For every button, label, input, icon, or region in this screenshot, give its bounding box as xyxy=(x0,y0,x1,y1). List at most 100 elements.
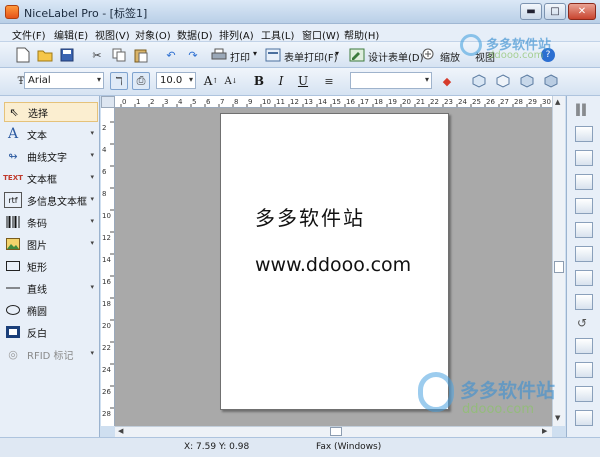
menu-edit[interactable]: 编辑(E) xyxy=(54,27,88,42)
close-button[interactable]: ✕ xyxy=(568,3,596,20)
form-print-dropdown-icon[interactable]: ▾ xyxy=(335,49,339,58)
label-text-line2[interactable]: www.ddooo.com xyxy=(255,254,411,276)
scroll-right-icon[interactable]: ▶ xyxy=(542,427,547,435)
fill-color-icon[interactable]: ◆ xyxy=(438,72,456,90)
ruler-h-label: 29 xyxy=(528,98,537,106)
font-name-combo[interactable]: Arial ▾ xyxy=(24,72,104,89)
new-icon[interactable] xyxy=(14,46,32,64)
minimize-button[interactable]: ▬ xyxy=(520,3,542,20)
align-middle-icon[interactable] xyxy=(575,222,593,238)
watermark-bottom-name: 多多软件站 xyxy=(460,380,556,402)
tool-select[interactable]: ⇖ 选择 xyxy=(4,102,98,122)
vertical-scroll-thumb[interactable] xyxy=(554,261,564,273)
form-print-icon[interactable] xyxy=(264,46,282,64)
shrink-font-icon[interactable]: A ↓ xyxy=(222,72,240,90)
redo-icon[interactable]: ↷ xyxy=(184,46,202,64)
label-page[interactable]: 多多软件站 www.ddooo.com xyxy=(220,113,449,410)
ruler-v-label: 18 xyxy=(102,300,111,308)
align-bottom-icon[interactable] xyxy=(575,246,593,262)
font-size-combo[interactable]: 10.0 ▾ xyxy=(156,72,196,89)
horizontal-scroll-thumb[interactable] xyxy=(330,427,342,436)
ruler-h-label: 27 xyxy=(500,98,509,106)
alignment-toolbar: ‖‖ ↺ xyxy=(566,96,600,437)
rotate-icon[interactable]: ↺ xyxy=(577,316,587,330)
menu-tools[interactable]: 工具(L) xyxy=(261,27,294,42)
menu-file[interactable]: 文件(F) xyxy=(12,27,46,42)
format-toolbar: Ŧ Arial ▾ ℸ ⎙ 10.0 ▾ A ↑ A ↓ B I U ≡ ▾ ◆ xyxy=(0,68,600,96)
copy-icon[interactable] xyxy=(110,46,128,64)
menu-view[interactable]: 视图(V) xyxy=(95,27,130,42)
tool-inverse[interactable]: 反白 xyxy=(4,322,98,342)
grow-font-icon[interactable]: A ↑ xyxy=(202,72,220,90)
save-icon[interactable] xyxy=(58,46,76,64)
send-back-icon[interactable] xyxy=(575,362,593,378)
text-align-icon[interactable]: ≡ xyxy=(320,72,338,90)
group-icon[interactable] xyxy=(575,386,593,402)
ruler-v-label: 4 xyxy=(102,146,107,154)
align-top-icon[interactable] xyxy=(575,198,593,214)
tool-picture[interactable]: 图片 ▾ xyxy=(4,234,98,254)
print-dropdown-icon[interactable]: ▾ xyxy=(253,49,257,58)
cube-back-icon[interactable] xyxy=(518,72,536,90)
distribute-vertical-icon[interactable] xyxy=(575,294,593,310)
ruler-h-label: 5 xyxy=(192,98,196,106)
grip-icon: ‖‖ xyxy=(575,102,587,116)
ruler-h-label: 17 xyxy=(360,98,369,106)
ungroup-icon[interactable] xyxy=(575,410,593,426)
horizontal-scrollbar[interactable]: ◀ ▶ xyxy=(115,426,552,437)
paste-icon[interactable] xyxy=(132,46,150,64)
bold-button[interactable]: B xyxy=(250,72,268,90)
text-box-icon: TEXT xyxy=(3,174,23,182)
align-left-icon[interactable] xyxy=(575,126,593,142)
tool-inverse-label: 反白 xyxy=(27,328,47,340)
cut-icon[interactable]: ✂ xyxy=(88,46,106,64)
font-size-value: 10.0 xyxy=(160,75,183,86)
tool-rfid[interactable]: ◎ RFID 标记 ▾ xyxy=(4,344,98,364)
label-text-line1[interactable]: 多多软件站 xyxy=(255,202,365,231)
scroll-up-icon[interactable]: ▲ xyxy=(555,98,560,106)
tool-rich-text[interactable]: rtf 多信息文本框 ▾ xyxy=(4,190,98,210)
menu-help[interactable]: 帮助(H) xyxy=(344,27,379,42)
menu-arrange[interactable]: 排列(A) xyxy=(219,27,254,42)
vertical-ruler-scale: 246810121416182022242628 xyxy=(102,121,114,418)
form-print-button[interactable]: 表单打印(F) xyxy=(284,49,338,64)
scroll-down-icon[interactable]: ▼ xyxy=(555,414,560,422)
tool-text[interactable]: A 文本 ▾ xyxy=(4,124,98,144)
align-center-icon[interactable] xyxy=(575,150,593,166)
cube-front-icon[interactable] xyxy=(494,72,512,90)
zoom-button[interactable]: 缩放 xyxy=(440,49,460,64)
open-icon[interactable] xyxy=(36,46,54,64)
scroll-left-icon[interactable]: ◀ xyxy=(118,427,123,435)
print-icon[interactable] xyxy=(210,46,228,64)
font-properties-icon[interactable]: ℸ xyxy=(110,72,128,90)
menu-data[interactable]: 数据(D) xyxy=(177,27,213,42)
underline-button[interactable]: U xyxy=(294,72,312,90)
undo-icon[interactable]: ↶ xyxy=(162,46,180,64)
tool-ellipse[interactable]: 椭圆 xyxy=(4,300,98,320)
print-button[interactable]: 打印 xyxy=(230,49,250,64)
design-form-button[interactable]: 设计表单(D) xyxy=(368,49,424,64)
zoom-in-icon[interactable] xyxy=(420,46,438,64)
tool-rectangle[interactable]: 矩形 xyxy=(4,256,98,276)
maximize-button[interactable]: □ xyxy=(544,3,566,20)
style-combo[interactable]: ▾ xyxy=(350,72,432,89)
tool-text-box[interactable]: TEXT 文本框 ▾ xyxy=(3,168,98,188)
horizontal-ruler-scale: 0 1 2 3 4 5 6 7 8 9 10 11 12 13 14 15 16 17 18 19 20 21 22 23 24… xyxy=(120,98,551,107)
cube-icon[interactable] xyxy=(470,72,488,90)
menu-object[interactable]: 对象(O) xyxy=(135,27,171,42)
ruler-h-label: 4 xyxy=(178,98,183,106)
ruler-h-label: 22 xyxy=(430,98,439,106)
italic-button[interactable]: I xyxy=(272,72,290,90)
ruler-h-label: 30 xyxy=(542,98,551,106)
printer-font-icon[interactable]: ⎙ xyxy=(132,72,150,90)
align-right-icon[interactable] xyxy=(575,174,593,190)
tool-line[interactable]: 直线 ▾ xyxy=(4,278,98,298)
ruler-h-label: 26 xyxy=(486,98,495,106)
distribute-horizontal-icon[interactable] xyxy=(575,270,593,286)
cube-side-icon[interactable] xyxy=(542,72,560,90)
menu-window[interactable]: 窗口(W) xyxy=(302,27,340,42)
tool-curve-text[interactable]: ↬ 曲线文字 ▾ xyxy=(4,146,98,166)
design-form-icon[interactable] xyxy=(348,46,366,64)
tool-barcode[interactable]: 条码 ▾ xyxy=(4,212,98,232)
bring-front-icon[interactable] xyxy=(575,338,593,354)
